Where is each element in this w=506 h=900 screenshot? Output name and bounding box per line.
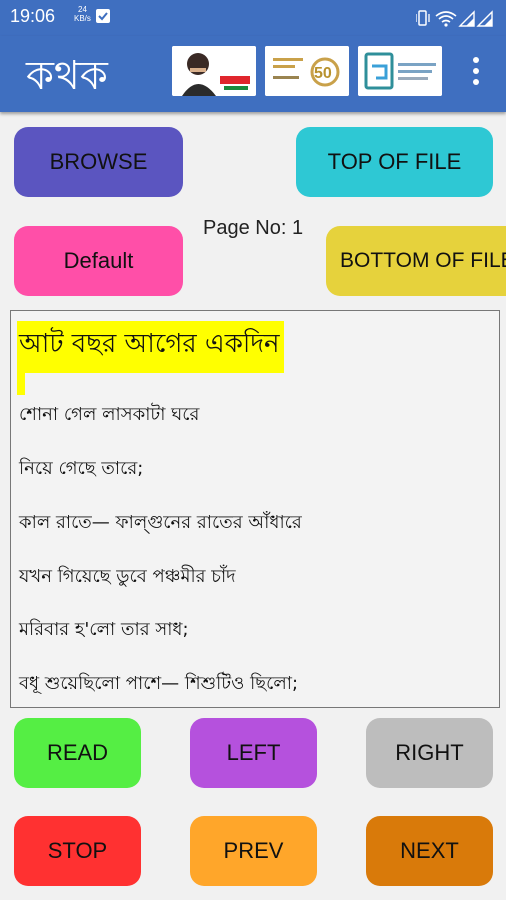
kebab-menu-icon[interactable] bbox=[466, 54, 486, 94]
read-button[interactable]: READ bbox=[14, 718, 141, 788]
status-bar: 19:06 24 KB/s bbox=[0, 0, 506, 36]
poem-line: যখন গিয়েছে ডুবে পঞ্চমীর চাঁদ bbox=[19, 566, 236, 587]
poem-line: শোনা গেল লাসকাটা ঘরে bbox=[19, 404, 200, 425]
document-text-area[interactable]: আট বছর আগের একদিন শোনা গেল লাসকাটা ঘরে ন… bbox=[10, 310, 500, 708]
poem-line: মরিবার হ'লো তার সাধ; bbox=[19, 619, 189, 640]
vibrate-icon bbox=[416, 10, 430, 26]
poem-line: নিয়ে গেছে তারে; bbox=[19, 458, 144, 479]
poem-line: কাল রাতে— ফাল্গুনের রাতের আঁধারে bbox=[19, 512, 302, 533]
next-button[interactable]: NEXT bbox=[366, 816, 493, 886]
mujib-borsho-logo bbox=[172, 46, 256, 96]
app-title: কথক bbox=[26, 53, 108, 99]
system-icons bbox=[416, 10, 493, 27]
innovation-garage-logo bbox=[358, 46, 442, 96]
svg-text:50: 50 bbox=[314, 65, 332, 82]
wifi-icon bbox=[435, 11, 457, 27]
bottom-of-file-button[interactable]: BOTTOM OF FILE bbox=[326, 226, 506, 296]
page-number-label: Page No: 1 bbox=[203, 217, 304, 239]
right-button[interactable]: RIGHT bbox=[366, 718, 493, 788]
highlight-marker bbox=[17, 363, 25, 395]
notification-check-icon bbox=[96, 9, 110, 23]
stop-button[interactable]: STOP bbox=[14, 816, 141, 886]
default-button[interactable]: Default bbox=[14, 226, 183, 296]
top-of-file-button[interactable]: TOP OF FILE bbox=[296, 127, 493, 197]
poem-line: বধূ শুয়েছিলো পাশে— শিশুটিও ছিলো; bbox=[19, 673, 299, 694]
browse-button[interactable]: BROWSE bbox=[14, 127, 183, 197]
prev-button[interactable]: PREV bbox=[190, 816, 317, 886]
signal-icon bbox=[458, 10, 475, 27]
left-button[interactable]: LEFT bbox=[190, 718, 317, 788]
status-time: 19:06 bbox=[10, 6, 56, 26]
network-speed: 24 KB/s bbox=[74, 5, 91, 23]
signal-2-icon bbox=[476, 10, 493, 27]
app-bar: কথক 50 bbox=[0, 36, 506, 112]
bangladesh-50-logo: 50 bbox=[265, 46, 349, 96]
highlighted-line: আট বছর আগের একদিন bbox=[17, 321, 284, 373]
